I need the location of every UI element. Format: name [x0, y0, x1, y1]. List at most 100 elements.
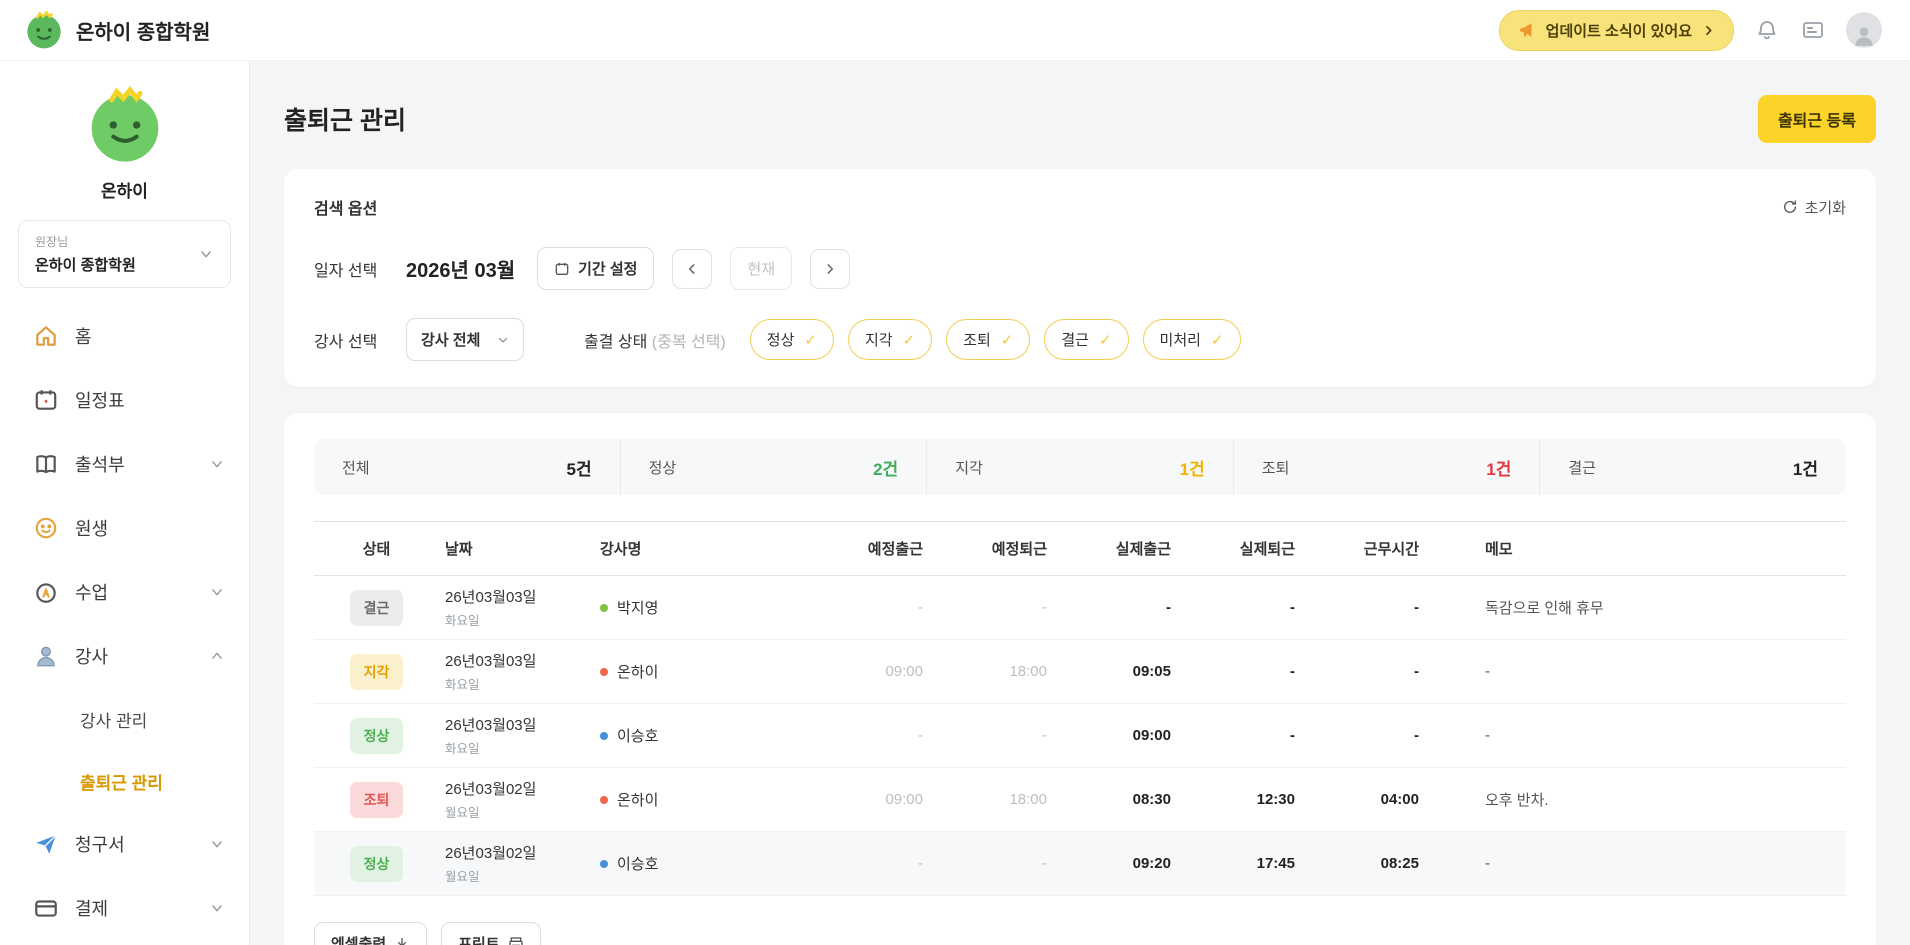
topbar: 온하이 종합학원 업데이트 소식이 있어요 [0, 0, 1910, 61]
check-icon: ✓ [804, 331, 817, 349]
sidebar-item-attendance-book[interactable]: 출석부 [0, 432, 249, 496]
sidebar-subitem-attendance-management[interactable]: 출퇴근 관리 [0, 750, 249, 812]
next-month-button[interactable] [810, 248, 851, 289]
profile-name: 온하이 [101, 182, 148, 201]
account-name: 온하이 종합학원 [35, 257, 136, 274]
table-row[interactable]: 결근 26년03월03일 화요일 박지영 - - - - - 독감으로 인해 휴… [314, 576, 1846, 640]
reset-label: 초기화 [1804, 199, 1846, 217]
memo: - [1485, 663, 1490, 680]
register-attendance-button[interactable]: 출퇴근 등록 [1757, 95, 1876, 143]
teacher-color-dot [600, 731, 608, 740]
filter-pill-early-leave[interactable]: 조퇴 ✓ [946, 319, 1031, 360]
chevron-down-icon [498, 337, 508, 343]
actual-out: 12:30 [1256, 791, 1295, 808]
paper-plane-icon [36, 834, 57, 854]
sidebar-item-schedule[interactable]: 일정표 [0, 368, 249, 432]
sidebar-item-label: 일정표 [75, 391, 125, 411]
period-setting-button[interactable]: 기간 설정 [537, 247, 655, 290]
sidebar-subitem-teacher-management[interactable]: 강사 관리 [0, 688, 249, 750]
teacher-name: 온하이 [617, 664, 659, 681]
actual-out: - [1290, 663, 1295, 680]
status-badge: 조퇴 [349, 781, 404, 818]
period-setting-label: 기간 설정 [578, 261, 638, 278]
board-icon[interactable] [1800, 17, 1826, 43]
memo: - [1485, 855, 1490, 872]
col-header-sched-in: 예정출근 [867, 541, 923, 558]
table-row[interactable]: 지각 26년03월03일 화요일 온하이 09:00 18:00 09:05 -… [314, 640, 1846, 704]
reset-button[interactable]: 초기화 [1782, 197, 1846, 218]
check-icon: ✓ [1000, 331, 1014, 349]
summary-normal-value: 2건 [873, 459, 899, 479]
prev-month-button[interactable] [672, 248, 713, 289]
person-icon [37, 646, 55, 667]
sidebar-item-home[interactable]: 홈 [0, 304, 249, 368]
book-icon [36, 455, 56, 474]
teacher-name: 온하이 [617, 792, 659, 809]
refresh-icon [1783, 200, 1796, 213]
chevron-right-icon [827, 263, 834, 274]
sidebar-item-classes[interactable]: 수업 [0, 560, 249, 624]
user-avatar[interactable] [1846, 12, 1882, 48]
sidebar-item-teachers[interactable]: 강사 [0, 624, 249, 688]
print-label: 프린트 [458, 936, 500, 945]
sidebar-item-label: 출석부 [75, 455, 125, 475]
chevron-down-icon [212, 841, 222, 848]
filter-pill-label: 결근 [1061, 332, 1089, 349]
summary-late: 지각 1건 [927, 439, 1234, 495]
filter-pill-late[interactable]: 지각 ✓ [847, 319, 933, 360]
col-header-actual-out: 실제퇴근 [1239, 541, 1295, 558]
account-role: 원장님 [35, 235, 69, 249]
account-switcher[interactable]: 원장님 온하이 종합학원 [18, 220, 231, 288]
sidebar-item-students[interactable]: 원생 [0, 496, 249, 560]
sched-out: - [1042, 727, 1047, 744]
actual-in: - [1166, 599, 1171, 616]
sidebar-item-invoices[interactable]: 청구서 [0, 812, 249, 876]
teacher-select-value: 강사 전체 [421, 332, 481, 349]
notification-bell-icon[interactable] [1754, 17, 1780, 43]
table-row[interactable]: 정상 26년03월02일 월요일 이승호 - - 09:20 17:45 08:… [314, 831, 1846, 896]
sched-in: - [918, 855, 923, 872]
print-button[interactable]: 프린트 [441, 922, 541, 945]
sched-out: - [1042, 599, 1047, 616]
teacher-select-label: 강사 선택 [314, 333, 378, 351]
summary-normal: 정상 2건 [621, 439, 928, 495]
current-month-button[interactable]: 현재 [730, 247, 793, 290]
status-badge: 지각 [349, 653, 404, 690]
col-header-date: 날짜 [445, 541, 473, 558]
class-icon [36, 583, 56, 603]
col-header-work-hours: 근무시간 [1363, 541, 1419, 558]
profile-avatar-icon [91, 85, 158, 162]
filter-pill-normal[interactable]: 정상 ✓ [749, 319, 834, 360]
filter-pill-absent[interactable]: 결근 ✓ [1044, 319, 1129, 360]
sched-out: 18:00 [1009, 663, 1047, 680]
status-filter-note: (중복 선택) [651, 333, 726, 351]
page-title: 출퇴근 관리 [284, 107, 406, 135]
table-header-row: 상태 날짜 강사명 예정출근 예정퇴근 실제출근 실제퇴근 근무시간 메모 [314, 521, 1846, 576]
check-icon: ✓ [1210, 331, 1224, 349]
actual-in: 09:05 [1132, 663, 1171, 680]
col-header-actual-in: 실제출근 [1115, 541, 1171, 558]
sidebar-subitem-label: 강사 관리 [80, 711, 148, 731]
teacher-color-dot [600, 603, 608, 612]
excel-export-button[interactable]: 엑셀출력 [314, 922, 428, 945]
teacher-name: 이승호 [617, 728, 659, 745]
actual-out: - [1290, 727, 1295, 744]
filter-pill-label: 정상 [766, 332, 795, 349]
status-badge: 정상 [349, 717, 404, 754]
filter-pill-unprocessed[interactable]: 미처리 ✓ [1142, 319, 1241, 360]
excel-export-label: 엑셀출력 [331, 936, 387, 945]
check-icon: ✓ [902, 331, 916, 349]
table-row[interactable]: 조퇴 26년03월02일 월요일 온하이 09:00 18:00 08:30 1… [314, 768, 1846, 832]
summary-early-leave-value: 1건 [1486, 459, 1512, 479]
teacher-select[interactable]: 강사 전체 [406, 318, 524, 361]
teacher-color-dot [600, 667, 608, 676]
update-news-label: 업데이트 소식이 있어요 [1545, 22, 1692, 40]
work-hours: - [1414, 727, 1419, 744]
update-news-button[interactable]: 업데이트 소식이 있어요 [1498, 9, 1734, 51]
chevron-down-icon [212, 589, 222, 596]
sidebar-item-payments[interactable]: 결제 [0, 876, 249, 940]
table-row[interactable]: 정상 26년03월03일 화요일 이승호 - - 09:00 - - - [314, 704, 1846, 768]
app-logo-icon [27, 10, 61, 49]
sidebar: 온하이 원장님 온하이 종합학원 홈 일정표 출석부 원생 수업 강사 강사 관… [0, 61, 250, 945]
col-header-status: 상태 [362, 541, 391, 558]
